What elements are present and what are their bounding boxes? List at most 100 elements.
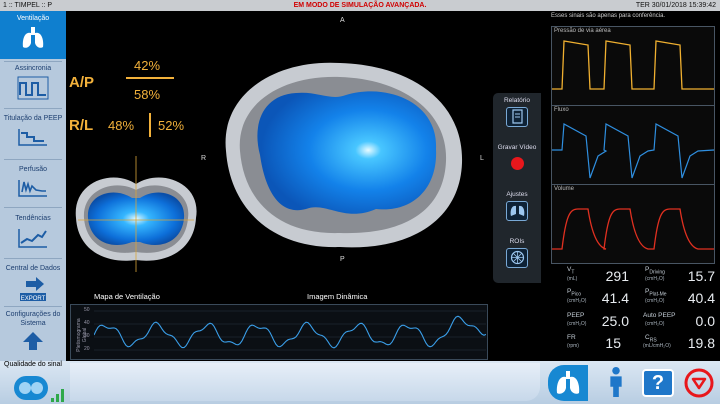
pleth-tick: 30	[84, 333, 90, 339]
sidebar-item-label: Tendências	[15, 215, 51, 222]
volume-waveform-panel: Volume	[551, 184, 715, 264]
pplat-value: 40.4	[687, 290, 715, 306]
crs-unit: (mL/cmH₂O)	[643, 343, 671, 349]
trend-chart-icon	[18, 229, 47, 248]
map-caption: Mapa de Ventilação	[94, 292, 160, 301]
adjust-label: Ajustes	[506, 191, 528, 198]
rl-left-value: 52%	[158, 118, 185, 133]
sidebar-item-label: Titulação da PEEP	[3, 115, 63, 122]
signal-strength-icon	[51, 389, 64, 402]
sidebar-item-titulacao-peep[interactable]: Titulação da PEEP	[0, 114, 66, 149]
numeric-readouts: VT (mL) 291 PDriving (cmH₂O) 15.7 PPico …	[551, 262, 720, 361]
lungs-adjust-icon	[506, 201, 528, 221]
volume-waveform	[552, 208, 714, 250]
rl-right-value: 48%	[108, 118, 135, 133]
signal-quality-indicator[interactable]	[14, 376, 48, 400]
peep-label: PEEP	[567, 312, 585, 319]
ap-anterior-value: 42%	[134, 58, 161, 73]
peep-unit: (cmH₂O)	[567, 321, 587, 327]
dynamic-eit-image	[225, 62, 463, 248]
flow-waveform	[552, 123, 715, 179]
pressure-waveform-panel: Pressão de via aérea	[551, 26, 715, 106]
sidebar-item-tendencias[interactable]: Tendências	[0, 214, 66, 251]
vt-label: VT	[567, 266, 575, 276]
stop-icon[interactable]	[684, 367, 714, 399]
rl-label: R/L	[69, 117, 94, 134]
divider	[4, 61, 62, 62]
ppico-value: 41.4	[601, 290, 629, 306]
asynchrony-waveform-icon	[17, 76, 49, 100]
volume-title: Volume	[554, 186, 575, 192]
divider	[4, 108, 62, 109]
orientation-right: R	[201, 155, 207, 162]
record-video-button[interactable]: Gravar Vídeo	[493, 144, 541, 170]
ventilation-view: A/P 42% 58% R/L 48% 52% A R L P Mapa de …	[66, 11, 545, 361]
signal-quality-label: Qualidade do sinal	[4, 361, 62, 368]
pplat-unit: (cmH₂O)	[645, 298, 665, 304]
sidebar-item-ventilacao[interactable]: Ventilação	[0, 14, 66, 51]
report-label: Relatório	[503, 97, 530, 104]
report-button[interactable]: Relatório	[493, 97, 541, 127]
help-icon[interactable]: ?	[642, 369, 674, 397]
orientation-posterior: P	[340, 256, 345, 263]
ventilation-view-button[interactable]	[548, 365, 588, 401]
divider	[4, 306, 62, 307]
pleth-tick: 40	[84, 320, 90, 326]
sidebar-item-label: Central de Dados	[5, 265, 61, 272]
fr-label: FR	[567, 334, 576, 341]
simulation-mode-banner: EM MODO DE SIMULAÇÃO AVANÇADA.	[293, 2, 427, 9]
pdriving-label: PDriving	[645, 266, 665, 276]
vt-unit: (mL)	[567, 276, 578, 282]
pdriving-value: 15.7	[687, 268, 715, 284]
roi-grid-icon	[506, 248, 528, 268]
autopeep-value: 0.0	[695, 313, 715, 329]
pplat-label: PPlat-Me	[645, 288, 667, 298]
title-bar: 1 :: TIMPEL :: P EM MODO DE SIMULAÇÃO AV…	[0, 0, 720, 11]
waveform-note: Esses sinais são apenas para conferência…	[551, 13, 666, 19]
peep-value: 25.0	[601, 313, 629, 329]
divider	[4, 159, 62, 160]
ppico-label: PPico	[567, 288, 582, 298]
pleth-tick: 20	[84, 346, 90, 352]
patient-icon[interactable]	[604, 366, 628, 398]
sidebar-item-configuracoes[interactable]: Configurações do Sistema	[0, 310, 66, 352]
rois-button[interactable]: ROIs	[493, 238, 541, 268]
peep-titration-icon	[18, 129, 47, 146]
sidebar-item-label: Perfusão	[18, 166, 48, 173]
bottom-bar: Qualidade do sinal ?	[0, 361, 720, 404]
pressure-waveform	[552, 40, 714, 90]
upload-arrow-icon	[23, 332, 43, 350]
orientation-anterior: A	[340, 17, 345, 24]
sidebar-item-central-dados[interactable]: Central de Dados EXPORT	[0, 264, 66, 303]
rois-label: ROIs	[509, 238, 525, 245]
date-time: TER 30/01/2018 15:39:42	[635, 2, 716, 9]
sidebar: Ventilação Assincronia Titulação da PEEP…	[0, 11, 66, 361]
ventilation-map	[75, 156, 197, 272]
record-icon	[510, 157, 524, 170]
status-strip	[70, 363, 540, 401]
perfusion-icon	[18, 180, 47, 197]
adjust-button[interactable]: Ajustes	[493, 191, 541, 221]
sidebar-item-label: Configurações do Sistema	[5, 311, 61, 327]
flow-title: Fluxo	[554, 107, 569, 113]
dynamic-caption: Imagem Dinâmica	[307, 292, 368, 301]
divider	[4, 258, 62, 259]
vt-value: 291	[605, 268, 629, 284]
report-icon	[506, 107, 528, 127]
ap-label: A/P	[69, 74, 95, 91]
action-panel: Relatório Gravar Vídeo Ajustes ROIs	[493, 93, 541, 283]
export-label: EXPORT	[21, 296, 46, 302]
flow-waveform-panel: Fluxo	[551, 105, 715, 185]
autopeep-unit: (cmH₂O)	[645, 321, 665, 327]
lungs-icon	[22, 27, 44, 48]
lungs-icon	[556, 371, 580, 394]
pleth-tick: 50	[84, 307, 90, 313]
orientation-left: L	[480, 155, 484, 162]
record-video-label: Gravar Vídeo	[497, 144, 537, 151]
ap-divider	[126, 77, 174, 79]
sidebar-item-assincronia[interactable]: Assincronia	[0, 64, 66, 101]
fr-value: 15	[605, 335, 621, 351]
sidebar-item-perfusao[interactable]: Perfusão	[0, 165, 66, 200]
pdriving-unit: (cmH₂O)	[645, 276, 665, 282]
divider	[4, 207, 62, 208]
